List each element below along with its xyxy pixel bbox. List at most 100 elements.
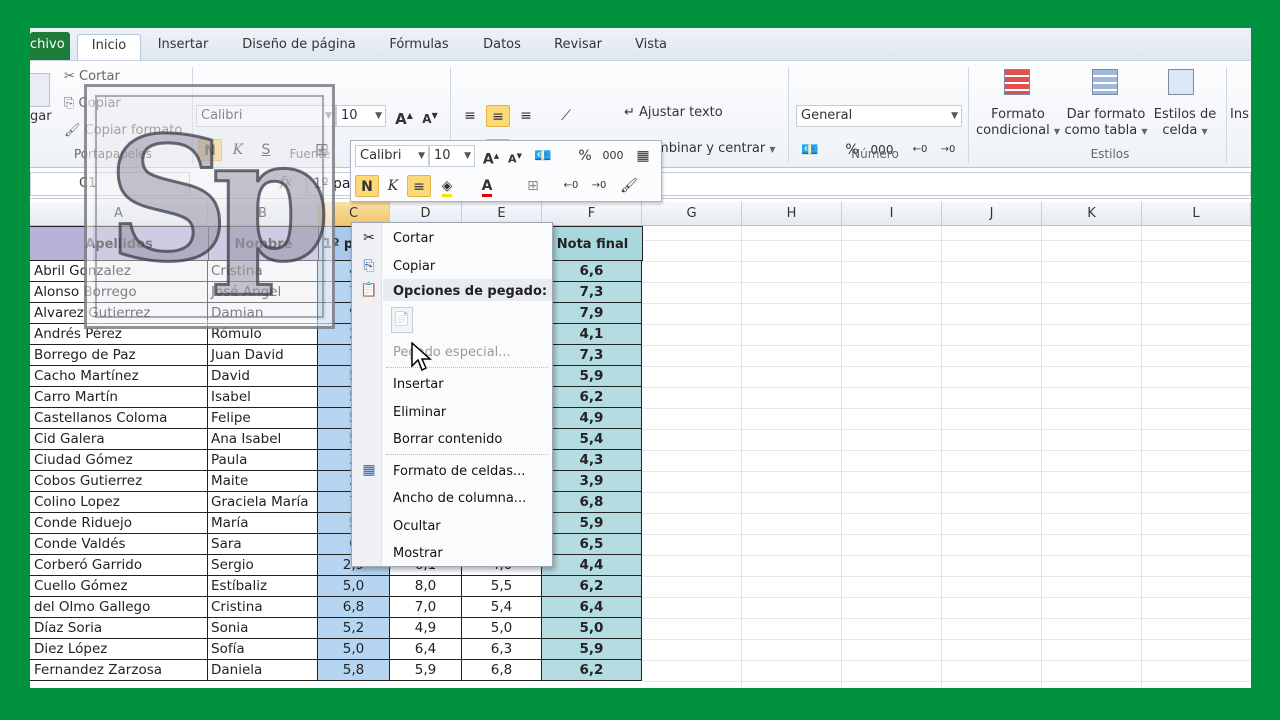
cell-nota-final[interactable]: 7,9 bbox=[542, 303, 642, 324]
cell-nota-final[interactable]: 6,6 bbox=[542, 261, 642, 282]
cell-apellidos[interactable]: Ciudad Gómez bbox=[30, 450, 208, 471]
currency-icon[interactable]: 💶 bbox=[798, 139, 822, 161]
mini-shrink-font-icon[interactable]: A▼ bbox=[503, 145, 527, 167]
mini-percent-button[interactable]: % bbox=[573, 145, 597, 167]
column-header-g[interactable]: G bbox=[642, 202, 742, 226]
cell-nota-final[interactable]: 6,2 bbox=[542, 576, 642, 597]
cell-apellidos[interactable]: Carro Martín bbox=[30, 387, 208, 408]
header-nota-final[interactable]: Nota final bbox=[542, 226, 643, 261]
cell-e[interactable]: 5,0 bbox=[462, 618, 542, 639]
align-top-icon[interactable]: ≡ bbox=[458, 105, 482, 127]
column-header-j[interactable]: J bbox=[942, 202, 1042, 226]
tab-insertar[interactable]: Insertar bbox=[150, 34, 216, 60]
cell-nombre[interactable]: Cristina bbox=[208, 597, 318, 618]
align-bottom-icon[interactable]: ≡ bbox=[514, 105, 538, 127]
mini-borders-icon[interactable]: ⊞ bbox=[521, 175, 545, 197]
cell-nombre[interactable]: Daniela bbox=[208, 660, 318, 681]
cell-apellidos[interactable]: Cid Galera bbox=[30, 429, 208, 450]
menu-item-unhide[interactable]: Mostrar bbox=[393, 546, 443, 561]
menu-item-format-cells[interactable]: Formato de celdas... bbox=[393, 464, 525, 479]
cell-nota-final[interactable]: 6,8 bbox=[542, 492, 642, 513]
cell-nota-final[interactable]: 4,4 bbox=[542, 555, 642, 576]
cell-d[interactable]: 4,9 bbox=[390, 618, 462, 639]
menu-item-cut[interactable]: Cortar bbox=[393, 231, 434, 246]
cell-d[interactable]: 8,0 bbox=[390, 576, 462, 597]
cell-nota-final[interactable]: 6,2 bbox=[542, 387, 642, 408]
menu-item-clear-contents[interactable]: Borrar contenido bbox=[393, 432, 502, 447]
wrap-text-button[interactable]: ↵ Ajustar texto bbox=[624, 105, 723, 120]
cell-nombre[interactable]: Sara bbox=[208, 534, 318, 555]
mini-decrease-decimal-icon[interactable]: →0 bbox=[587, 175, 611, 197]
shrink-font-icon[interactable]: A▼ bbox=[418, 105, 442, 127]
mini-thousands-button[interactable]: 000 bbox=[599, 145, 627, 167]
menu-item-insert[interactable]: Insertar bbox=[393, 377, 444, 392]
cell-apellidos[interactable]: Conde Valdés bbox=[30, 534, 208, 555]
tab-diseno-pagina[interactable]: Diseño de página bbox=[235, 34, 363, 60]
tab-revisar[interactable]: Revisar bbox=[548, 34, 608, 60]
cell-nombre[interactable]: Sonia bbox=[208, 618, 318, 639]
mini-grow-font-icon[interactable]: A▲ bbox=[479, 145, 503, 168]
menu-item-copy[interactable]: Copiar bbox=[393, 259, 435, 274]
menu-item-hide[interactable]: Ocultar bbox=[393, 519, 441, 534]
cell-nombre[interactable]: Graciela María bbox=[208, 492, 318, 513]
grow-font-icon[interactable]: A▲ bbox=[392, 105, 416, 128]
cell-c[interactable]: 5,8 bbox=[318, 660, 390, 681]
cell-nombre[interactable]: Sergio bbox=[208, 555, 318, 576]
cell-d[interactable]: 5,9 bbox=[390, 660, 462, 681]
number-format-select[interactable]: General ▼ bbox=[796, 105, 962, 127]
cell-styles-button[interactable]: Estilos de celda ▼ bbox=[1150, 107, 1220, 140]
tab-inicio[interactable]: Inicio bbox=[77, 34, 141, 62]
mini-currency-icon[interactable]: 💶 bbox=[531, 145, 555, 167]
column-header-h[interactable]: H bbox=[742, 202, 842, 226]
cell-apellidos[interactable]: Diez López bbox=[30, 639, 208, 660]
format-as-table-button[interactable]: Dar formato como tabla ▼ bbox=[1064, 107, 1148, 140]
cell-nota-final[interactable]: 5,9 bbox=[542, 639, 642, 660]
cell-apellidos[interactable]: Borrego de Paz bbox=[30, 345, 208, 366]
mini-format-painter-icon[interactable]: 🖌 bbox=[617, 175, 641, 197]
cell-nombre[interactable]: David bbox=[208, 366, 318, 387]
cell-apellidos[interactable]: Corberó Garrido bbox=[30, 555, 208, 576]
menu-item-delete[interactable]: Eliminar bbox=[393, 405, 446, 420]
cell-nombre[interactable]: Ana Isabel bbox=[208, 429, 318, 450]
cell-nota-final[interactable]: 7,3 bbox=[542, 282, 642, 303]
cell-apellidos[interactable]: del Olmo Gallego bbox=[30, 597, 208, 618]
conditional-format-icon[interactable] bbox=[1000, 67, 1034, 99]
cell-nota-final[interactable]: 6,5 bbox=[542, 534, 642, 555]
cell-nombre[interactable]: Estíbaliz bbox=[208, 576, 318, 597]
cell-apellidos[interactable]: Cobos Gutierrez bbox=[30, 471, 208, 492]
cell-nombre[interactable]: Juan David bbox=[208, 345, 318, 366]
cell-nota-final[interactable]: 5,4 bbox=[542, 429, 642, 450]
cell-c[interactable]: 5,0 bbox=[318, 639, 390, 660]
cell-apellidos[interactable]: Fernandez Zarzosa bbox=[30, 660, 208, 681]
cell-apellidos[interactable]: Cuello Gómez bbox=[30, 576, 208, 597]
cell-c[interactable]: 5,2 bbox=[318, 618, 390, 639]
cell-nota-final[interactable]: 6,2 bbox=[542, 660, 642, 681]
column-header-l[interactable]: L bbox=[1142, 202, 1251, 226]
cell-nombre[interactable]: Maite bbox=[208, 471, 318, 492]
cell-nombre[interactable]: Paula bbox=[208, 450, 318, 471]
cell-nota-final[interactable]: 4,9 bbox=[542, 408, 642, 429]
cell-d[interactable]: 7,0 bbox=[390, 597, 462, 618]
tab-archivo[interactable]: chivo bbox=[30, 32, 70, 60]
decrease-decimal-icon[interactable]: →0 bbox=[936, 139, 960, 161]
cell-e[interactable]: 5,4 bbox=[462, 597, 542, 618]
mini-bold-button[interactable]: N bbox=[355, 175, 379, 197]
menu-item-column-width[interactable]: Ancho de columna... bbox=[393, 491, 526, 506]
cell-nota-final[interactable]: 4,3 bbox=[542, 450, 642, 471]
column-header-k[interactable]: K bbox=[1042, 202, 1142, 226]
cell-nota-final[interactable]: 5,9 bbox=[542, 513, 642, 534]
mini-font-color-icon[interactable]: A bbox=[475, 175, 499, 197]
cell-e[interactable]: 6,3 bbox=[462, 639, 542, 660]
insert-button[interactable]: Ins bbox=[1230, 107, 1249, 122]
cell-apellidos[interactable]: Colino Lopez bbox=[30, 492, 208, 513]
cell-c[interactable]: 5,0 bbox=[318, 576, 390, 597]
mini-italic-button[interactable]: K bbox=[381, 175, 405, 197]
cell-nota-final[interactable]: 5,9 bbox=[542, 366, 642, 387]
cell-nombre[interactable]: Sofía bbox=[208, 639, 318, 660]
mini-font-select[interactable]: Calibri ▼ bbox=[355, 145, 429, 167]
paste-icon[interactable] bbox=[30, 73, 50, 107]
tab-datos[interactable]: Datos bbox=[475, 34, 529, 60]
format-as-table-icon[interactable] bbox=[1088, 67, 1122, 99]
cell-e[interactable]: 5,5 bbox=[462, 576, 542, 597]
mini-format-icon[interactable]: ▦ bbox=[631, 145, 655, 167]
